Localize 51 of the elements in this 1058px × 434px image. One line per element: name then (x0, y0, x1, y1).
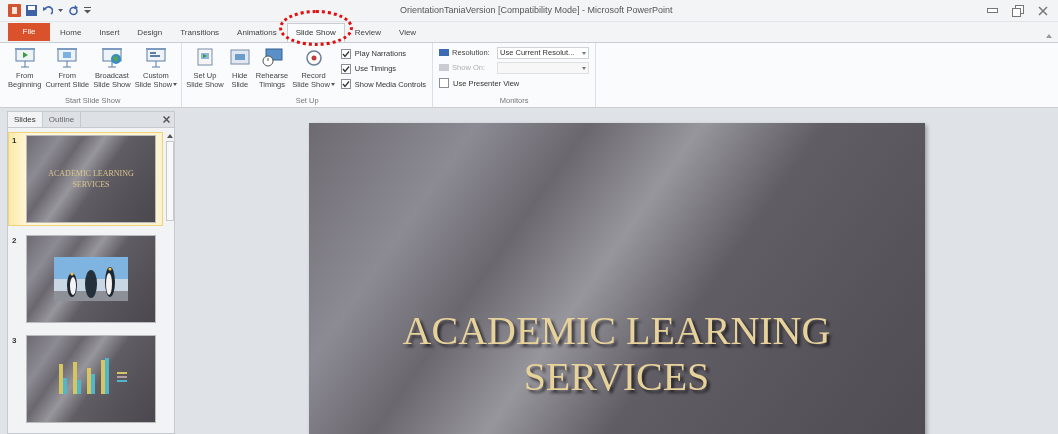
slide-number: 1 (12, 135, 18, 147)
dropdown-caret-icon (173, 83, 178, 86)
checkbox[interactable] (340, 63, 351, 74)
slide-title: SERVICES (523, 354, 710, 400)
screen-globe-icon (99, 46, 124, 68)
save-icon[interactable] (26, 5, 37, 16)
monitor-icon (439, 64, 450, 72)
checkbox[interactable] (439, 78, 450, 89)
restore-icon[interactable] (1012, 4, 1024, 17)
slide-thumbnail-item[interactable]: 3 (8, 332, 163, 426)
checkbox[interactable] (340, 79, 351, 90)
screen-list-icon (143, 46, 168, 68)
ribbon-tab[interactable]: Slide Show (286, 23, 345, 42)
dropdown-caret-icon (330, 83, 335, 86)
monitor-icon (439, 49, 450, 57)
minimize-ribbon-icon[interactable] (1046, 34, 1052, 38)
slideshow-screen-icon (55, 46, 80, 68)
ribbon-tab[interactable]: Home (52, 23, 90, 42)
slide-thumbnail-item[interactable]: 2 (8, 232, 163, 326)
slide-thumbnail[interactable] (26, 335, 156, 423)
minimize-icon[interactable] (987, 7, 998, 14)
dropdown-caret-icon[interactable] (58, 8, 63, 13)
dropdown-caret-icon (582, 66, 587, 70)
checkbox[interactable] (340, 48, 351, 59)
app-logo-icon (8, 4, 21, 17)
hidden-slide-icon (227, 46, 252, 68)
panel-tab[interactable]: Slides (8, 112, 43, 127)
file-tab[interactable]: File (8, 23, 50, 41)
scroll-thumb[interactable] (165, 141, 174, 221)
customize-toolbar-icon[interactable] (84, 7, 91, 14)
ribbon-tab[interactable]: View (390, 23, 425, 42)
scroll-up-icon[interactable] (166, 134, 173, 138)
dropdown-field[interactable] (497, 62, 590, 74)
ribbon-tab[interactable]: Animations (229, 23, 285, 42)
ribbon-tab[interactable]: Transitions (172, 23, 228, 42)
slide-number: 2 (12, 235, 18, 247)
redo-icon[interactable] (68, 5, 79, 16)
panel-tab[interactable]: Outline (42, 112, 82, 127)
close-icon[interactable] (1038, 5, 1048, 16)
slideshow-screen-icon (12, 46, 37, 68)
slide-title: ACADEMIC LEARNING (402, 308, 831, 354)
ribbon-tab[interactable]: Insert (91, 23, 128, 42)
close-icon[interactable] (163, 116, 170, 123)
ribbon-tab[interactable]: Design (129, 23, 171, 42)
slide-thumbnail[interactable] (26, 235, 156, 323)
undo-icon[interactable] (42, 5, 53, 16)
dropdown-caret-icon (582, 51, 587, 55)
timer-slide-icon (260, 46, 284, 68)
slide-number: 3 (12, 335, 18, 347)
ribbon-tab[interactable]: Review (346, 23, 389, 42)
window-title: OrientationTaniaVersion [Compatibility Mode] - Microsoft PowerPoint (400, 3, 673, 17)
